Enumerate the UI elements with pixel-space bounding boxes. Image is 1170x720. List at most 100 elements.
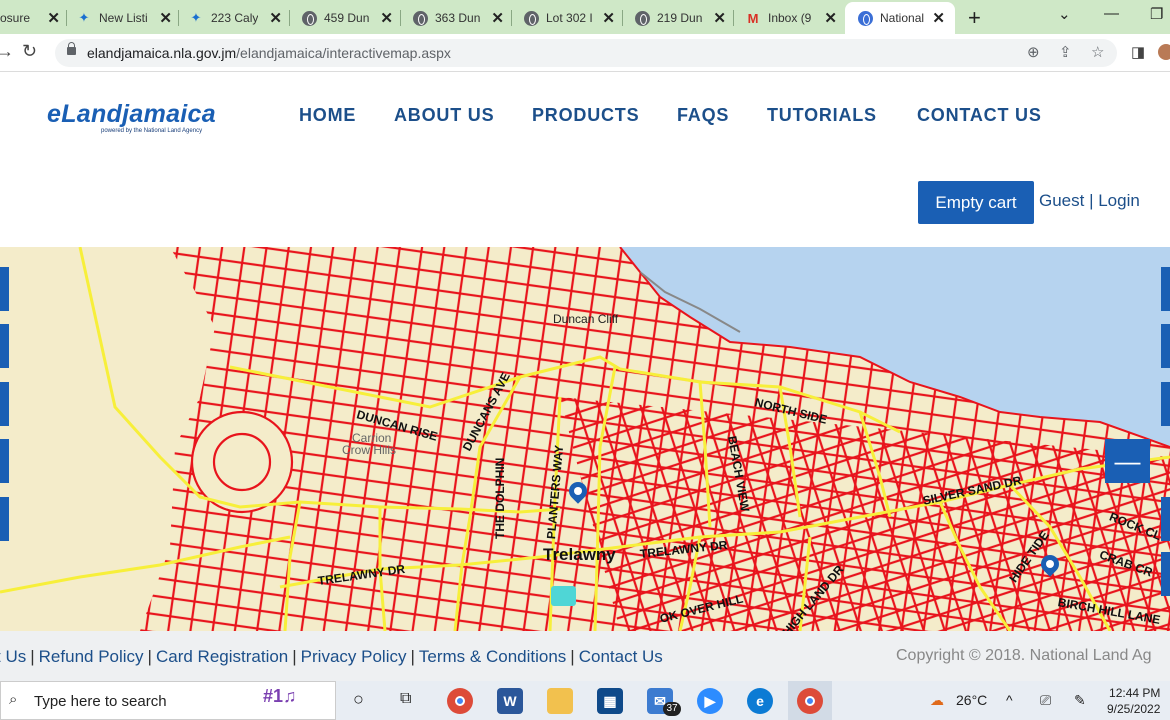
tab-title: 223 Caly bbox=[211, 11, 259, 25]
reload-icon[interactable]: ↻ bbox=[22, 41, 37, 62]
map-left-tool-5[interactable] bbox=[0, 497, 9, 541]
tab-divider bbox=[66, 10, 67, 26]
file-explorer-icon[interactable] bbox=[547, 688, 573, 714]
guest-login-link[interactable]: Guest | Login bbox=[1039, 191, 1140, 211]
bookmark-star-icon[interactable]: ☆ bbox=[1091, 43, 1104, 61]
footer-link-terms[interactable]: Terms & Conditions bbox=[419, 647, 566, 666]
map-left-tool-1[interactable] bbox=[0, 267, 9, 311]
taskbar-search-box[interactable]: ⌕ Type here to search #1♫ bbox=[0, 681, 336, 720]
map-left-tool-2[interactable] bbox=[0, 324, 9, 368]
tab-0[interactable]: osure ✕ bbox=[0, 4, 60, 32]
footer-link-refund-policy[interactable]: Refund Policy bbox=[39, 647, 144, 666]
nav-faqs[interactable]: FAQS bbox=[677, 105, 729, 126]
url-path: /elandjamaica/interactivemap.aspx bbox=[236, 45, 451, 61]
restore-window-icon[interactable]: ❐ bbox=[1150, 5, 1163, 23]
word-icon[interactable]: W bbox=[497, 688, 523, 714]
tab-title: National bbox=[880, 11, 925, 25]
minimize-icon[interactable]: — bbox=[1104, 5, 1119, 22]
tab-close-icon[interactable]: ✕ bbox=[491, 9, 504, 27]
map-right-tool-4[interactable] bbox=[1161, 497, 1170, 541]
footer-link-contact-partial[interactable]: t Us bbox=[0, 647, 26, 666]
nav-contact-us[interactable]: CONTACT US bbox=[917, 105, 1042, 126]
tab-4[interactable]: 363 Dun ✕ bbox=[412, 4, 504, 32]
map-left-tool-3[interactable] bbox=[0, 382, 9, 426]
map-right-tool-1[interactable] bbox=[1161, 267, 1170, 311]
tab-6[interactable]: 219 Dun ✕ bbox=[634, 4, 726, 32]
chrome-icon[interactable] bbox=[447, 688, 473, 714]
store-icon[interactable]: ▦ bbox=[597, 688, 623, 714]
address-bar[interactable]: elandjamaica.nla.gov.jm/elandjamaica/int… bbox=[55, 39, 1117, 67]
new-tab-plus-icon[interactable]: + bbox=[968, 5, 981, 31]
zoom-magnifier-icon[interactable]: ⊕ bbox=[1027, 43, 1040, 61]
nav-tutorials[interactable]: TUTORIALS bbox=[767, 105, 877, 126]
logo-tagline: powered by the National Land Agency bbox=[101, 128, 203, 134]
cortana-circle-icon[interactable]: ○ bbox=[353, 689, 364, 710]
nav-home[interactable]: HOME bbox=[299, 105, 356, 126]
tab-close-icon[interactable]: ✕ bbox=[932, 9, 945, 27]
tab-title: Inbox (9 bbox=[768, 11, 812, 25]
tab-close-icon[interactable]: ✕ bbox=[159, 9, 172, 27]
tray-chevron-icon[interactable]: ^ bbox=[1006, 692, 1013, 708]
footer-link-contact-us[interactable]: Contact Us bbox=[579, 647, 663, 666]
search-icon: ⌕ bbox=[9, 691, 18, 708]
map-left-tool-4[interactable] bbox=[0, 439, 9, 483]
map-right-tool-5[interactable] bbox=[1161, 552, 1170, 596]
site-logo[interactable]: eLandjamaica powered by the National Lan… bbox=[47, 100, 216, 134]
tab-search-chevron-icon[interactable]: ⌄ bbox=[1058, 5, 1071, 23]
tab-close-icon[interactable]: ✕ bbox=[269, 9, 282, 27]
url-text[interactable]: elandjamaica.nla.gov.jm/elandjamaica/int… bbox=[87, 45, 451, 61]
gmail-icon: M bbox=[747, 10, 759, 26]
weather-icon[interactable]: ☁ bbox=[930, 692, 944, 709]
display-icon[interactable]: ⎚ bbox=[1040, 692, 1051, 709]
footer-copyright: Copyright © 2018. National Land Ag bbox=[896, 647, 1152, 664]
search-placeholder: Type here to search bbox=[34, 693, 167, 710]
map-label-trelawny-parish: Trelawny bbox=[543, 545, 616, 564]
profile-avatar[interactable] bbox=[1158, 44, 1170, 60]
lock-icon bbox=[67, 42, 76, 55]
empty-cart-button[interactable]: Empty cart bbox=[918, 181, 1034, 224]
nav-products[interactable]: PRODUCTS bbox=[532, 105, 639, 126]
map-right-tool-3[interactable] bbox=[1161, 382, 1170, 426]
url-host: elandjamaica.nla.gov.jm bbox=[87, 45, 237, 61]
footer-link-privacy-policy[interactable]: Privacy Policy bbox=[301, 647, 407, 666]
nav-about-us[interactable]: ABOUT US bbox=[394, 105, 494, 126]
search-highlight-icon[interactable]: #1♫ bbox=[263, 686, 297, 707]
tab-3[interactable]: 459 Dun ✕ bbox=[301, 4, 393, 32]
tab-close-icon[interactable]: ✕ bbox=[47, 9, 60, 27]
clock-time: 12:44 PM bbox=[1109, 686, 1161, 700]
tab-5[interactable]: Lot 302 I ✕ bbox=[523, 4, 615, 32]
tab-close-icon[interactable]: ✕ bbox=[824, 9, 837, 27]
tab-title: 219 Dun bbox=[657, 11, 703, 25]
tab-1[interactable]: ✦ New Listi ✕ bbox=[76, 4, 172, 32]
task-view-icon[interactable]: ⧉ bbox=[400, 690, 411, 708]
zoom-out-button[interactable]: — bbox=[1105, 439, 1150, 483]
system-clock[interactable]: 12:44 PM 9/25/2022 bbox=[1107, 685, 1160, 717]
tab-close-icon[interactable]: ✕ bbox=[602, 9, 615, 27]
edge-icon[interactable]: e bbox=[747, 688, 773, 714]
tab-2[interactable]: ✦ 223 Caly ✕ bbox=[188, 4, 282, 32]
mail-badge: 37 bbox=[663, 702, 681, 716]
map-label-crow-hills: Crow Hills bbox=[342, 443, 396, 457]
footer-link-card-registration[interactable]: Card Registration bbox=[156, 647, 288, 666]
map-comment-marker-icon[interactable] bbox=[551, 586, 576, 606]
chrome-profile-icon[interactable] bbox=[797, 688, 823, 714]
tab-close-icon[interactable]: ✕ bbox=[713, 9, 726, 27]
globe-icon bbox=[857, 10, 873, 26]
zoom-app-icon[interactable]: ▶ bbox=[697, 688, 723, 714]
butterfly-icon: ✦ bbox=[190, 10, 202, 25]
tab-7[interactable]: M Inbox (9 ✕ bbox=[745, 4, 837, 32]
pen-icon[interactable]: ✎ bbox=[1074, 692, 1086, 709]
tab-close-icon[interactable]: ✕ bbox=[380, 9, 393, 27]
tab-8-active[interactable]: National ✕ bbox=[845, 2, 955, 34]
side-panel-icon[interactable]: ◨ bbox=[1131, 43, 1145, 61]
tab-title: Lot 302 I bbox=[546, 11, 593, 25]
map-right-tool-2[interactable] bbox=[1161, 324, 1170, 368]
windows-taskbar: ⌕ Type here to search #1♫ ○ ⧉ W ▦ ✉ 37 ▶… bbox=[0, 681, 1170, 720]
tab-divider bbox=[622, 10, 623, 26]
forward-arrow-icon[interactable]: → bbox=[0, 41, 14, 62]
weather-temp[interactable]: 26°C bbox=[956, 692, 987, 708]
share-icon[interactable]: ⇪ bbox=[1059, 43, 1072, 61]
map-canvas[interactable] bbox=[0, 247, 1170, 631]
interactive-map[interactable]: Duncan Cliff NORTH SIDE DUNCAN RISE DUNC… bbox=[0, 247, 1170, 631]
logo-text: eLandjamaica bbox=[47, 100, 216, 128]
